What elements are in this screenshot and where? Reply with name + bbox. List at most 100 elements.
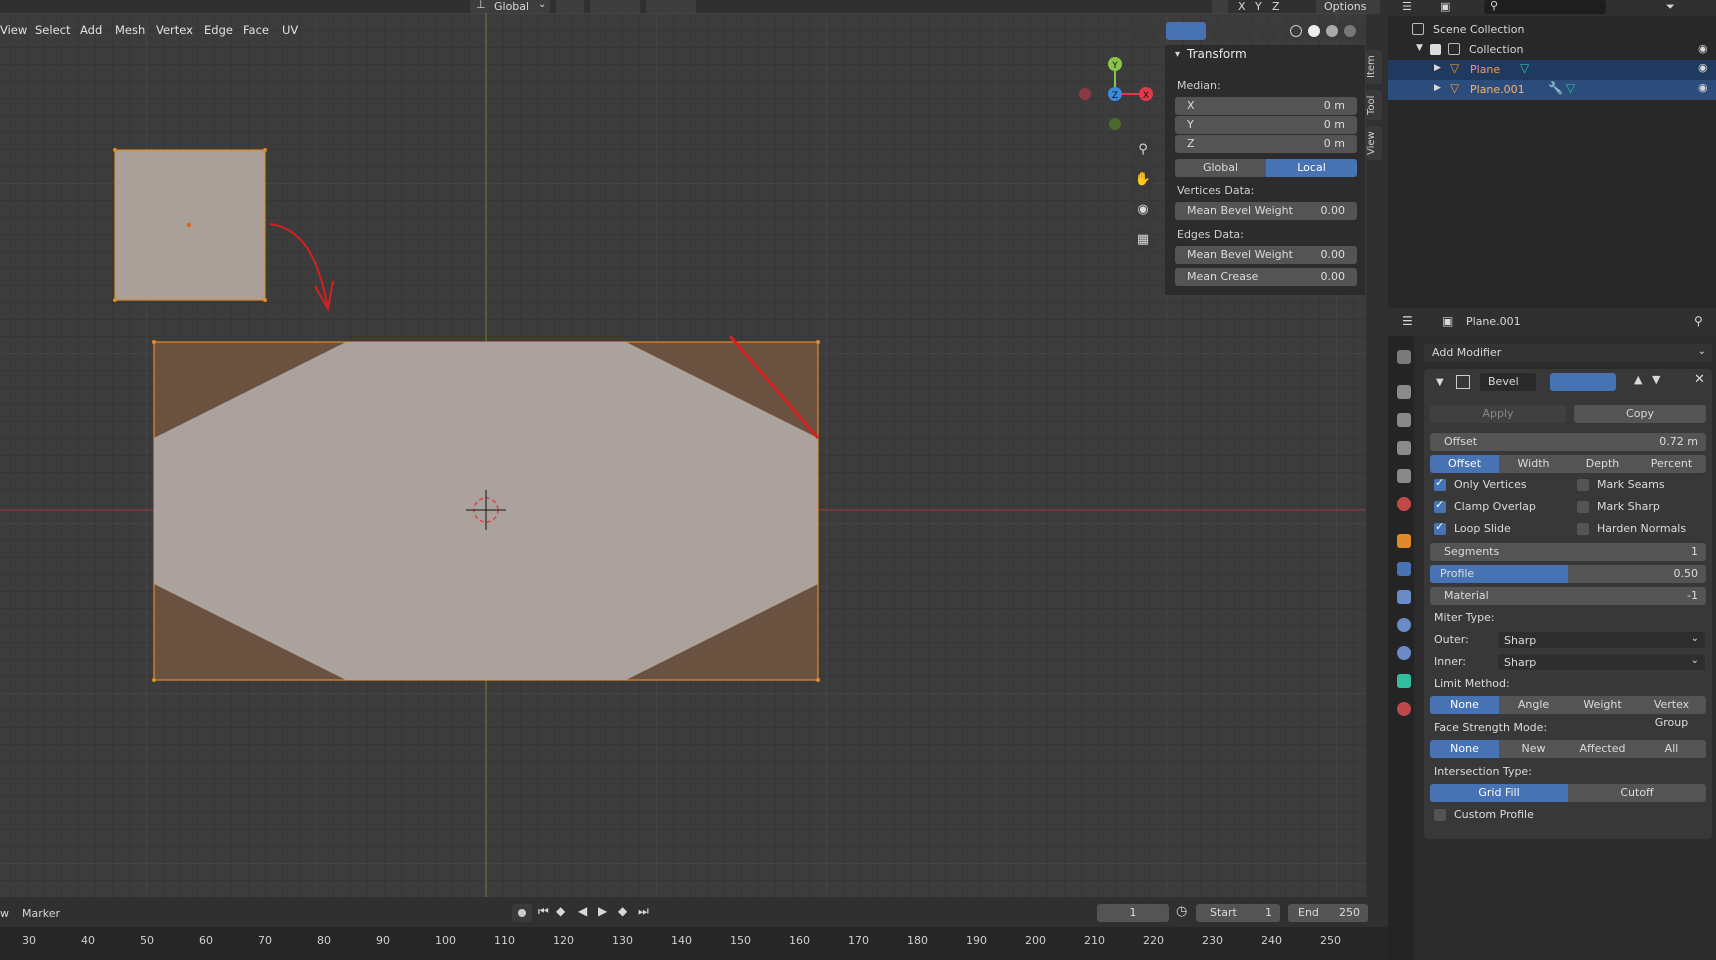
pin-icon[interactable]: ⚲: [1694, 314, 1703, 328]
clamp-overlap-checkbox[interactable]: [1434, 498, 1446, 513]
gizmo-toggle-icon[interactable]: [1166, 22, 1206, 40]
material-field[interactable]: Material -1: [1430, 587, 1706, 605]
tab-tool[interactable]: Tool: [1366, 90, 1382, 120]
object-tab-icon[interactable]: [1397, 534, 1411, 548]
segments-field[interactable]: Segments 1: [1430, 543, 1706, 561]
timeline-marker-menu[interactable]: Marker: [22, 907, 60, 920]
orientation-dropdown[interactable]: ⊥ Global ⌄: [470, 0, 550, 14]
menu-view[interactable]: View: [0, 23, 27, 37]
loop-slide-checkbox[interactable]: [1434, 520, 1446, 535]
tab-view[interactable]: View: [1366, 126, 1382, 160]
jump-end-icon[interactable]: ⏭: [638, 904, 649, 919]
face-strength-affected[interactable]: Affected: [1568, 740, 1637, 758]
median-x-field[interactable]: X 0 m: [1175, 97, 1357, 115]
record-button[interactable]: [512, 904, 532, 922]
chevron-right-icon[interactable]: ▶: [1434, 63, 1441, 73]
move-up-icon[interactable]: ▲: [1634, 373, 1642, 386]
current-frame-field[interactable]: 1: [1097, 904, 1169, 922]
limit-method-angle[interactable]: Angle: [1499, 696, 1568, 714]
prev-keyframe-icon[interactable]: ◆: [556, 904, 565, 918]
jump-start-icon[interactable]: ⏮: [538, 904, 549, 919]
camera-icon[interactable]: ◉: [1131, 198, 1155, 222]
menu-select[interactable]: Select: [35, 23, 70, 37]
outliner-search-input[interactable]: ⚲: [1484, 0, 1606, 14]
display-mode-icon[interactable]: ▣: [1440, 0, 1450, 13]
start-frame-field[interactable]: Start 1: [1196, 904, 1280, 922]
move-down-icon[interactable]: ▼: [1652, 373, 1660, 386]
transform-panel-title[interactable]: Transform: [1187, 47, 1247, 61]
width-type-percent[interactable]: Percent: [1637, 455, 1706, 473]
menu-edge[interactable]: Edge: [204, 23, 233, 37]
only-vertices-checkbox[interactable]: [1434, 476, 1446, 491]
monitor-icon[interactable]: [1572, 373, 1594, 391]
median-y-field[interactable]: Y 0 m: [1175, 116, 1357, 134]
harden-normals-checkbox[interactable]: [1577, 523, 1589, 535]
limit-method-none[interactable]: None: [1430, 696, 1499, 714]
pivot-point-button[interactable]: [556, 0, 584, 14]
apply-button[interactable]: Apply: [1430, 405, 1566, 423]
3d-viewport[interactable]: Y X Z ⚲ ✋ ◉ ▦: [0, 13, 1366, 897]
chevron-down-icon[interactable]: ▾: [1175, 49, 1180, 60]
eye-icon[interactable]: ◉: [1698, 42, 1708, 55]
local-space-button[interactable]: Local: [1266, 159, 1357, 177]
solid-shading-icon[interactable]: [1308, 25, 1320, 37]
outliner-row-scene-collection[interactable]: Scene Collection: [1388, 21, 1716, 41]
limit-method-vertex-group[interactable]: Vertex Group: [1637, 696, 1706, 729]
xray-toggle-icon[interactable]: [1258, 22, 1276, 40]
tab-item[interactable]: Item: [1366, 50, 1382, 84]
chevron-down-icon[interactable]: ▼: [1416, 43, 1423, 53]
chevron-down-icon[interactable]: ▼: [1436, 377, 1444, 388]
render-tab-icon[interactable]: [1397, 385, 1411, 399]
outliner-row-plane[interactable]: ▶ ▽ Plane ▽ ◉: [1388, 60, 1716, 80]
end-frame-field[interactable]: End 250: [1288, 904, 1368, 922]
outliner-row-collection[interactable]: ▼ Collection ◉: [1388, 41, 1716, 61]
menu-face[interactable]: Face: [243, 23, 269, 37]
editor-type-icon[interactable]: ☰: [1402, 0, 1412, 13]
proportional-edit-button[interactable]: [646, 0, 696, 14]
edge-bevel-weight-field[interactable]: Mean Bevel Weight 0.00: [1175, 246, 1357, 264]
mark-seams-checkbox[interactable]: [1577, 479, 1589, 491]
zoom-icon[interactable]: ⚲: [1131, 138, 1155, 162]
median-z-field[interactable]: Z 0 m: [1175, 135, 1357, 153]
eye-icon[interactable]: ◉: [1698, 61, 1708, 74]
intersection-cutoff[interactable]: Cutoff: [1568, 784, 1706, 802]
eye-icon[interactable]: ◉: [1698, 81, 1708, 94]
vertex-bevel-weight-field[interactable]: Mean Bevel Weight 0.00: [1175, 202, 1357, 220]
constraints-tab-icon[interactable]: [1397, 646, 1411, 660]
particles-tab-icon[interactable]: [1397, 590, 1411, 604]
width-type-width[interactable]: Width: [1499, 455, 1568, 473]
outliner-row-plane-001[interactable]: ▶ ▽ Plane.001 🔧 ▽ ◉: [1388, 80, 1716, 100]
modifier-tab-icon[interactable]: [1397, 562, 1411, 576]
offset-field[interactable]: Offset 0.72 m: [1430, 433, 1706, 451]
edit-mode-icon[interactable]: [1594, 373, 1616, 391]
play-reverse-icon[interactable]: ◀: [578, 904, 587, 918]
menu-add[interactable]: Add: [80, 23, 102, 37]
menu-uv[interactable]: UV: [282, 23, 298, 37]
material-tab-icon[interactable]: [1397, 702, 1411, 716]
add-modifier-button[interactable]: Add Modifier ⌄: [1424, 344, 1712, 362]
close-icon[interactable]: ✕: [1694, 372, 1705, 387]
limit-method-weight[interactable]: Weight: [1568, 696, 1637, 714]
collection-checkbox[interactable]: [1430, 44, 1441, 55]
modifier-name-input[interactable]: Bevel: [1480, 373, 1536, 391]
mirror-x-toggle[interactable]: X: [1238, 0, 1246, 13]
output-tab-icon[interactable]: [1397, 413, 1411, 427]
profile-slider[interactable]: Profile 0.50: [1430, 565, 1706, 583]
play-icon[interactable]: ▶: [598, 904, 607, 918]
next-keyframe-icon[interactable]: ◆: [618, 904, 627, 918]
mirror-z-toggle[interactable]: Z: [1272, 0, 1280, 13]
intersection-grid-fill[interactable]: Grid Fill: [1430, 784, 1568, 802]
face-strength-none[interactable]: None: [1430, 740, 1499, 758]
width-type-depth[interactable]: Depth: [1568, 455, 1637, 473]
rendered-shading-icon[interactable]: [1344, 25, 1356, 37]
mirror-y-toggle[interactable]: Y: [1255, 0, 1262, 13]
editor-type-icon[interactable]: ☰: [1402, 314, 1413, 328]
face-strength-all[interactable]: All: [1637, 740, 1706, 758]
material-shading-icon[interactable]: [1326, 25, 1338, 37]
custom-profile-checkbox[interactable]: [1434, 809, 1446, 821]
inner-miter-dropdown[interactable]: Sharp ⌄: [1497, 653, 1706, 671]
mirror-icon[interactable]: [1212, 0, 1228, 14]
width-type-offset[interactable]: Offset: [1430, 455, 1499, 473]
copy-button[interactable]: Copy: [1574, 405, 1706, 423]
clock-icon[interactable]: ◷: [1176, 904, 1187, 919]
